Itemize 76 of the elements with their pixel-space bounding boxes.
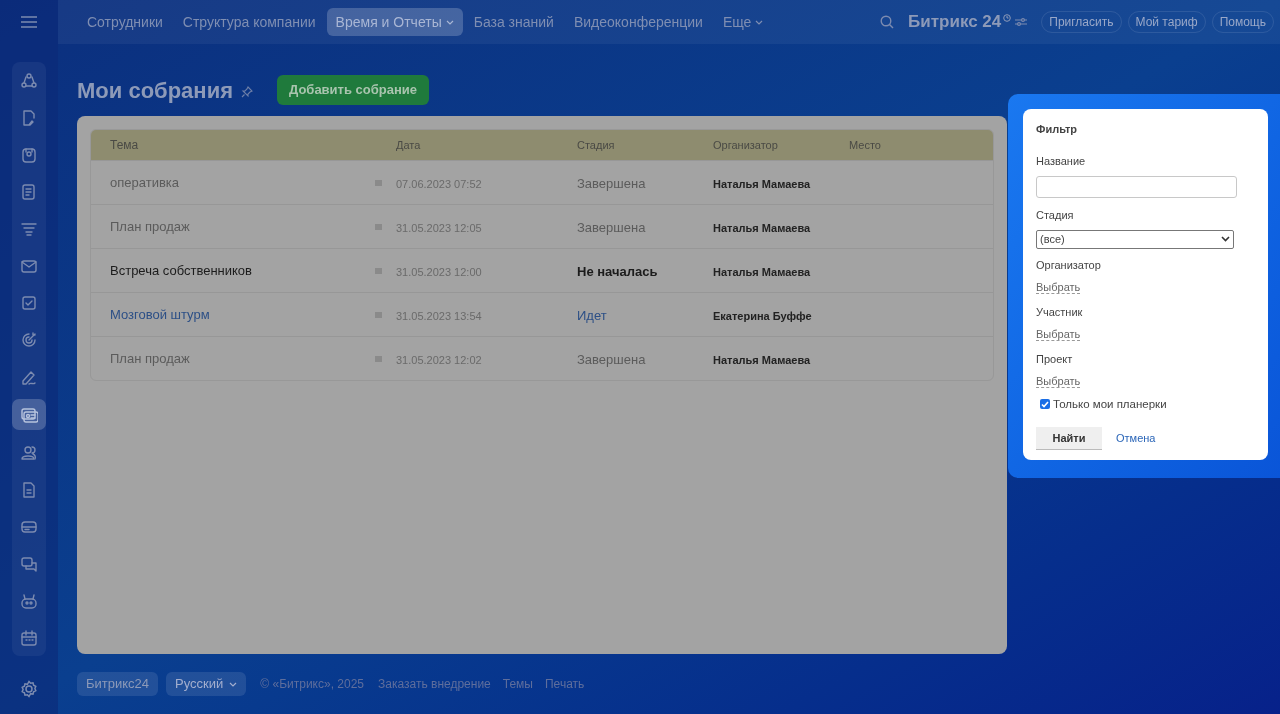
footer-link[interactable]: Темы [502, 675, 533, 693]
file-icon [20, 480, 38, 499]
page-title: Мои собрания [77, 76, 233, 105]
table-cell: Наталья Мамаева [713, 265, 811, 278]
checkbox-label: Только мои планерки [1053, 396, 1167, 412]
sliders-icon[interactable] [1015, 17, 1028, 27]
column-header[interactable]: Место [849, 138, 881, 151]
nav-tab[interactable]: Структура компании [173, 8, 325, 36]
sidebar-item[interactable] [12, 399, 46, 430]
table-cell: Завершена [577, 175, 646, 191]
calendar-icon [20, 628, 38, 647]
table-cell: Наталья Мамаева [713, 353, 811, 366]
doc-icon [20, 182, 38, 201]
stage-select[interactable]: (все) [1036, 229, 1234, 249]
note-icon [20, 108, 38, 127]
task-icon [20, 293, 38, 312]
footer-link[interactable]: Печать [545, 675, 585, 693]
nav-tab[interactable]: Сотрудники [78, 8, 172, 36]
table-cell: Идет [577, 307, 607, 323]
column-header[interactable]: Организатор [713, 138, 778, 151]
nav-tab[interactable]: Время и Отчеты [326, 8, 463, 36]
people-icon [20, 443, 38, 462]
select-link[interactable]: Выбрать [1036, 281, 1081, 294]
chevron-down-icon [755, 19, 764, 25]
nav-tab[interactable]: Видеоконференции [564, 8, 712, 36]
pin-icon[interactable] [241, 86, 253, 98]
chat-icon [20, 554, 38, 573]
find-button[interactable]: Найти [1036, 426, 1102, 450]
column-header[interactable]: Стадия [577, 138, 615, 151]
meeting-topic[interactable]: Встреча собственников [110, 260, 375, 281]
meeting-topic[interactable]: План продаж [110, 348, 375, 369]
language-selector[interactable]: Русский [166, 672, 247, 696]
table-cell: Не началась [577, 263, 658, 279]
search-icon[interactable] [880, 15, 895, 29]
clock-icon [1003, 14, 1012, 22]
chevron-down-icon [229, 681, 238, 687]
meeting-topic[interactable]: Мозговой штурм [110, 304, 375, 325]
select-link[interactable]: Выбрать [1036, 375, 1081, 388]
settings-icon[interactable] [20, 680, 38, 698]
nav-tab[interactable]: Еще [713, 8, 773, 36]
table-cell: 31.05.2023 13:54 [396, 309, 482, 322]
select-link[interactable]: Выбрать [1036, 328, 1081, 341]
target-icon [20, 330, 38, 349]
add-meeting-button[interactable]: Добавить собрание [277, 75, 430, 105]
footer-link[interactable]: Заказать внедрение [378, 675, 491, 693]
table-cell: 31.05.2023 12:05 [396, 221, 482, 234]
chevron-down-icon [445, 19, 454, 25]
meeting-topic[interactable]: оперативка [110, 172, 375, 193]
logo: Битрикс 24 [908, 11, 1002, 34]
table-cell: Завершена [577, 351, 646, 367]
field-label: Название [1036, 153, 1087, 169]
table-cell: Екатерина Буффе [713, 309, 812, 322]
field-label: Проект [1036, 351, 1074, 367]
table-cell: Наталья Мамаева [713, 221, 811, 234]
meeting-topic[interactable]: План продаж [110, 216, 375, 237]
brand-button[interactable]: Битрикс24 [77, 672, 159, 696]
table-cell: 31.05.2023 12:02 [396, 353, 482, 366]
checkbox[interactable] [1040, 399, 1050, 410]
table-cell: 31.05.2023 12:00 [396, 265, 482, 278]
field-label: Организатор [1036, 257, 1102, 273]
box-icon [20, 145, 38, 164]
card-icon [20, 405, 38, 424]
column-header[interactable]: Дата [396, 138, 421, 151]
column-header[interactable]: Тема [110, 138, 139, 152]
field-label: Участник [1036, 304, 1084, 320]
table-cell: Завершена [577, 219, 646, 235]
chevron-down-icon [1221, 236, 1230, 242]
name-input[interactable] [1036, 176, 1237, 198]
robot-icon [20, 591, 38, 610]
flow-icon [20, 71, 38, 90]
filter-title: Фильтр [1036, 122, 1079, 137]
nav-tab[interactable]: База знаний [464, 8, 563, 36]
field-label: Стадия [1036, 208, 1075, 223]
table-cell: Наталья Мамаева [713, 177, 811, 190]
cancel-link[interactable]: Отмена [1116, 430, 1156, 447]
copyright-text: © «Битрикс», 2025 [260, 676, 365, 693]
